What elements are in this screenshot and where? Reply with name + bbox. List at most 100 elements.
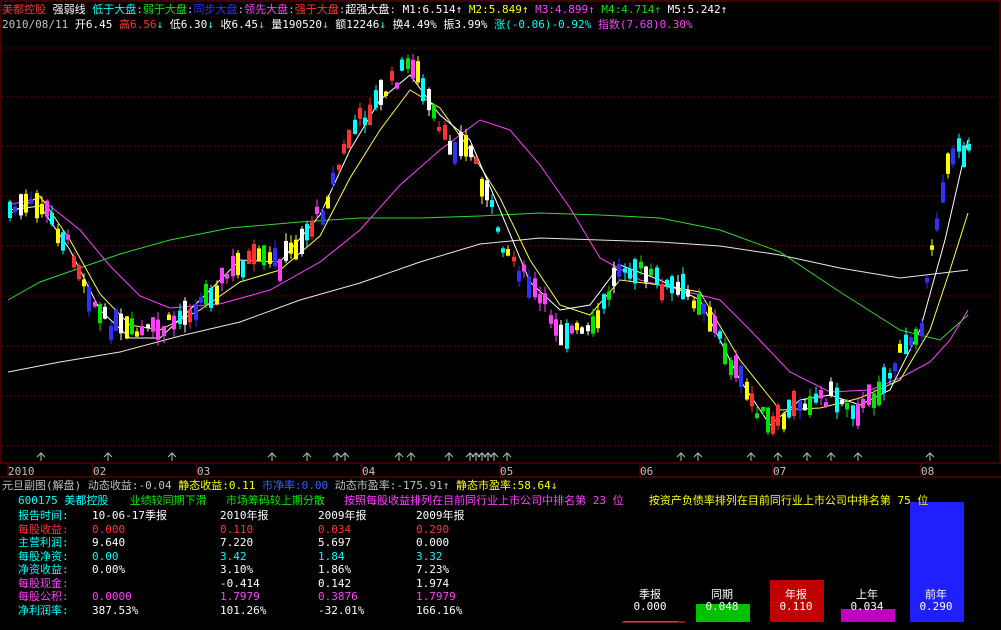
info-value: -175.91↑ [396, 479, 450, 492]
candle-body [877, 381, 881, 406]
row-cell: -0.414 [220, 576, 260, 590]
mini-bar-value: 0.000 [633, 600, 667, 613]
row-cell: 0.00 [92, 549, 119, 563]
candle-body [904, 334, 908, 354]
candle-body [459, 132, 463, 157]
info-item: 动态收益:-0.04 [88, 479, 172, 492]
row-cell: 0.034 [318, 522, 352, 536]
candle-body [596, 310, 600, 329]
candle-body [580, 327, 584, 334]
subchart-title[interactable]: 元旦副图(解盘) [2, 479, 81, 492]
candle-body [861, 398, 865, 408]
ma1-line [7, 74, 969, 426]
candle-body [209, 288, 213, 308]
candle-body [686, 290, 690, 297]
candle-body [681, 273, 685, 300]
candle-body [962, 145, 966, 168]
candle-body [146, 324, 150, 329]
event-marker-icon [676, 452, 686, 461]
mini-bar-value: 0.034 [850, 600, 884, 613]
candle-body [882, 367, 886, 394]
info-label: 市净率: [262, 479, 302, 492]
row-cell [92, 577, 220, 591]
candle-body [114, 309, 118, 331]
candle-body [469, 145, 473, 158]
candle-body [575, 322, 579, 331]
candle-body [888, 372, 892, 379]
candle-body [119, 313, 123, 334]
candle-body [930, 245, 934, 250]
candle-body [300, 228, 304, 254]
idx-label: 指数 [597, 18, 620, 31]
candle-body [406, 58, 410, 70]
idx-value: (7.68)0.30% [619, 18, 693, 31]
candle-body [639, 261, 643, 269]
candle-body [708, 307, 712, 332]
quote-date: 2010/08/11 [2, 18, 69, 31]
candle-body [898, 343, 902, 353]
candle-body [194, 304, 198, 321]
indicator-name[interactable]: 强弱线 [53, 3, 86, 16]
candle-body [713, 316, 717, 333]
event-marker-icon [773, 452, 783, 461]
stock-code: 600175 [18, 494, 58, 507]
candle-body [824, 402, 828, 407]
table-row: 主营利润: 9.640 7.220 5.697 0.000 [18, 536, 496, 550]
row-label: 净资收益: [18, 563, 69, 576]
event-marker-icon [802, 452, 812, 461]
legend-item: 弱于大盘 [142, 3, 187, 16]
candle-body [305, 223, 309, 241]
quote-row: 2010/08/11 开6.45 高6.56↓ 低6.30↓ 收6.45↓ 量1… [2, 18, 693, 31]
candle-body [241, 260, 245, 278]
turn-label: 换 [392, 18, 404, 31]
row-label: 每股现金: [18, 576, 69, 590]
row-cell: 0.142 [318, 576, 352, 590]
stock-name[interactable]: 美都控股 [2, 3, 46, 16]
info-label: 静态市盈率: [455, 479, 518, 492]
row-cell: 1.86% [318, 563, 352, 576]
candle-body [951, 148, 955, 165]
legend-item: 超强大盘 [345, 3, 390, 16]
amp-label: 振 [443, 18, 455, 31]
ma-arrow: ↑ [654, 3, 661, 16]
amp-value: 3.99% [454, 18, 488, 31]
candle-body [453, 142, 457, 164]
candle-body [172, 315, 176, 330]
candle-body [835, 387, 839, 413]
open-label: 开 [74, 18, 86, 31]
event-marker-icon [483, 452, 493, 461]
candle-body [761, 406, 765, 412]
candle-body [644, 266, 648, 283]
candle-body [512, 256, 516, 262]
chg-value: (-0.06)-0.92% [505, 18, 592, 31]
debt-rank: 按资产负债率排列在目前同行业上市公司中排名第 75 位 [648, 494, 929, 507]
candle-body [183, 300, 187, 325]
stock-name-2: 美都控股 [64, 494, 109, 507]
candle-body [61, 232, 65, 251]
candle-body [24, 193, 28, 213]
candle-body [957, 138, 961, 152]
row-label: 每股收益: [18, 522, 69, 536]
candle-body [506, 249, 510, 256]
event-marker-icon [471, 452, 481, 461]
candle-body [559, 324, 563, 346]
candle-body [771, 416, 775, 434]
candle-body [231, 255, 235, 277]
candle-body [607, 291, 611, 300]
event-marker-icon [444, 452, 454, 461]
candle-body [45, 200, 49, 217]
candle-body [236, 252, 240, 276]
table-row: 每股公积: 0.0000 1.7979 0.3876 1.7979 [18, 590, 496, 604]
info-item: 静态收益:0.11 [178, 479, 255, 492]
candle-body [655, 267, 659, 286]
candle-body [204, 283, 208, 305]
candle-body [93, 301, 97, 307]
candle-body [840, 399, 844, 405]
candle-body [739, 365, 743, 388]
row-label: 每股净资: [18, 549, 69, 563]
info-value: 58.64↓ [517, 479, 558, 492]
candle-body [411, 59, 415, 79]
info-value: 0.11 [228, 479, 256, 492]
candle-body [893, 363, 897, 372]
legend-item: 低于大盘 [92, 3, 137, 16]
